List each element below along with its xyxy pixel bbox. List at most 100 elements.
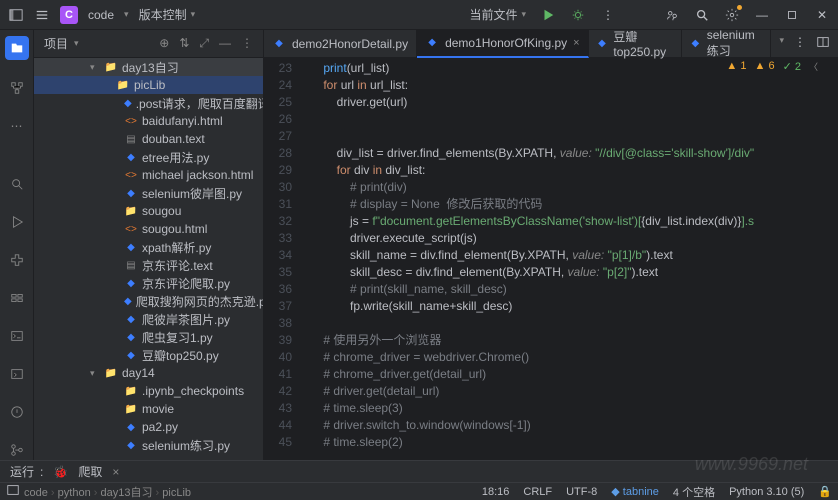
tree-file[interactable]: ◆selenium练习.py [34,436,263,454]
breadcrumbs[interactable]: code › python › day13自习 › picLib [24,484,191,500]
editor: ◆demo2HonorDetail.py◆demo1HonorOfKing.py… [264,30,838,460]
expand-icon[interactable]: ⇅ [179,36,189,51]
code-area[interactable]: ▲ 1 ▲ 6 ✓ 2 〈 23242526272829303132333435… [264,58,838,460]
chevron-down-icon: ▾ [521,9,526,20]
tab-dropdown-icon[interactable]: ▾ [779,35,784,52]
more-icon[interactable]: ⋮ [600,7,616,23]
chevron-down-icon[interactable]: ▾ [74,38,79,49]
status-right: 18:16 CRLF UTF-8 ◆ tabnine 4 个空格 Python … [482,484,832,500]
tree-file[interactable]: ◆.post请求，爬取百度翻译.py [34,94,263,112]
warning-indicator[interactable]: ▲ 6 [755,60,775,73]
python-packages-icon[interactable] [7,250,27,270]
titlebar-left: C code ▾ 版本控制 ▾ [8,6,195,24]
tree-file[interactable]: ▤京东评论.text [34,256,263,274]
dock-icon[interactable] [8,7,24,23]
run-label: 运行: [10,463,43,480]
editor-tab[interactable]: ◆豆瓣top250.py [589,30,682,58]
select-opened-icon[interactable]: ⊕ [159,36,169,51]
inspections[interactable]: ▲ 1 ▲ 6 ✓ 2 〈 [726,60,818,73]
tabs-toolbar: ▾ ⋮ [771,35,838,52]
debug-icon[interactable] [570,7,586,23]
more-tool-icon[interactable]: ⋯ [7,116,27,136]
run-tab-close[interactable]: × [112,465,119,479]
tree-file[interactable]: ▤douban.text [34,130,263,148]
tree-file[interactable]: ◆爬取搜狗网页的杰克逊.py [34,292,263,310]
tree-file[interactable]: <>baidufanyi.html [34,112,263,130]
tabnine-widget[interactable]: ◆ tabnine [611,485,659,498]
interpreter-widget[interactable]: Python 3.10 (5) [729,486,804,498]
code-content[interactable]: print(url_list) for url in url_list: dri… [300,58,838,460]
editor-tabs: ◆demo2HonorDetail.py◆demo1HonorOfKing.py… [264,30,838,58]
status-dock-icon[interactable] [6,483,20,500]
chevron-down-icon: ▾ [191,9,196,20]
settings-icon[interactable] [724,7,740,23]
tree-file[interactable]: 📁.ipynb_checkpoints [34,382,263,400]
project-panel: 项目 ▾ ⊕ ⇅ ⤢ — ⋮ ▾📁day13自习 📁picLib ◆.post请… [34,30,264,460]
tree-file[interactable]: ◆etree用法.py [34,148,263,166]
run-icon[interactable] [540,7,556,23]
panel-title: 项目 [44,35,68,52]
structure-icon[interactable] [7,78,27,98]
titlebar-right: 当前文件 ▾ ⋮ — ✕ [469,6,830,23]
indent-widget[interactable]: 4 个空格 [673,484,715,500]
tree-file[interactable]: ◆豆瓣top250.py [34,346,263,364]
bug-icon: 🐞 [53,465,68,479]
split-icon[interactable] [816,35,830,52]
tree-file[interactable]: <>sougou.html [34,220,263,238]
tree-file[interactable]: <>michael jackson.html [34,166,263,184]
run-tool-icon[interactable] [7,212,27,232]
line-separator[interactable]: CRLF [523,486,552,498]
menu-icon[interactable] [34,7,50,23]
tree-file[interactable]: ◆pa2.py [34,418,263,436]
collab-icon[interactable] [664,7,680,23]
weak-warning-indicator[interactable]: ✓ 2 [783,60,801,73]
minimize-icon[interactable]: — [754,7,770,23]
tree-file[interactable]: ◆爬彼岸茶图片.py [34,310,263,328]
project-tool-icon[interactable] [5,36,29,60]
hide-icon[interactable]: — [219,36,231,51]
python-console-icon[interactable] [7,326,27,346]
tabs-more-icon[interactable]: ⋮ [794,35,806,52]
project-panel-header: 项目 ▾ ⊕ ⇅ ⤢ — ⋮ [34,30,263,58]
editor-tab[interactable]: ◆demo2HonorDetail.py [264,30,417,58]
restore-icon[interactable] [784,7,800,23]
tree-folder[interactable]: ▾📁day13自习 [34,58,263,76]
search-icon[interactable] [694,7,710,23]
editor-tab[interactable]: ◆selenium练习 [682,30,772,58]
chevron-down-icon[interactable]: ▾ [124,9,129,20]
file-encoding[interactable]: UTF-8 [566,486,597,498]
tree-file[interactable]: ◆xpath解析.py [34,238,263,256]
activity-bar: ⋯ [0,30,34,460]
vcs-dropdown[interactable]: 版本控制 ▾ [139,6,196,23]
main-area: ⋯ 项目 ▾ ⊕ ⇅ ⤢ — ⋮ ▾📁day13自习 📁picLib ◆.pos… [0,30,838,460]
cursor-position[interactable]: 18:16 [482,486,510,498]
project-badge[interactable]: C [60,6,78,24]
run-config-name[interactable]: 爬取 [78,463,102,480]
editor-tab[interactable]: ◆demo1HonorOfKing.py× [417,30,589,58]
services-icon[interactable] [7,288,27,308]
tree-file[interactable]: 📁movie [34,400,263,418]
collapse-icon[interactable]: ⤢ [199,36,209,51]
close-icon[interactable]: ✕ [814,7,830,23]
run-config-dropdown[interactable]: 当前文件 ▾ [469,6,526,23]
tree-file[interactable]: ◆爬虫复习1.py [34,328,263,346]
tree-file[interactable]: ◆京东评论爬取.py [34,274,263,292]
panel-more-icon[interactable]: ⋮ [241,36,253,51]
gutter[interactable]: 2324252627282930313233343536373839404142… [264,58,300,460]
tab-close-icon[interactable]: × [573,37,579,49]
lock-icon[interactable]: 🔒 [818,485,832,498]
vcs-tool-icon[interactable] [7,440,27,460]
run-config-label: 当前文件 [469,6,517,23]
search-tool-icon[interactable] [7,174,27,194]
panel-toolbar: ⊕ ⇅ ⤢ — ⋮ [159,36,253,51]
inspections-chevron[interactable]: 〈 [809,60,818,73]
tree-file[interactable]: 📁sougou [34,202,263,220]
tree-file[interactable]: ◆selenium彼岸图.py [34,184,263,202]
file-tree: ▾📁day13自习 📁picLib ◆.post请求，爬取百度翻译.py<>ba… [34,58,263,460]
error-indicator[interactable]: ▲ 1 [726,60,746,73]
tree-folder[interactable]: ▾📁day14 [34,364,263,382]
run-toolwindow: 运行: 🐞 爬取 × [0,460,838,482]
terminal-icon[interactable] [7,364,27,384]
problems-icon[interactable] [7,402,27,422]
tree-folder[interactable]: 📁picLib [34,76,263,94]
